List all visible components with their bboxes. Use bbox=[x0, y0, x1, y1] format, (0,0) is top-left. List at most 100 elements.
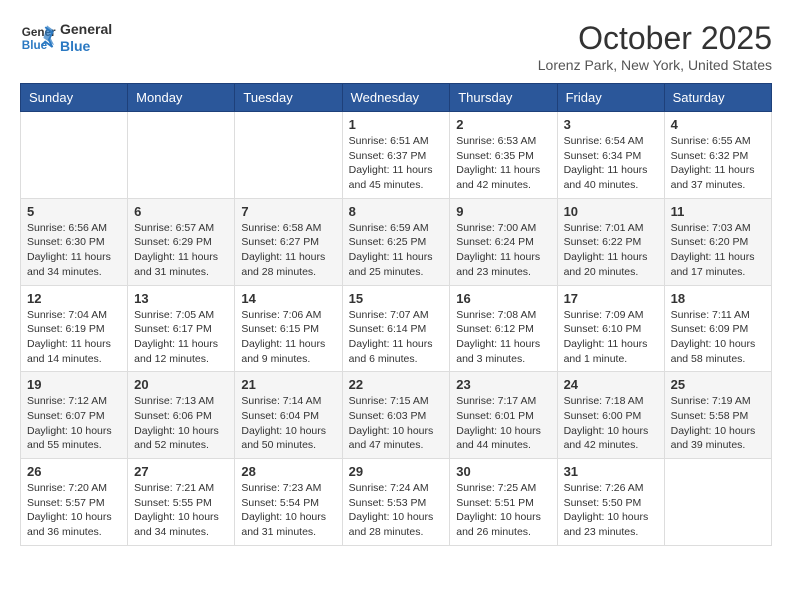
calendar-cell: 25 Sunrise: 7:19 AM Sunset: 5:58 PM Dayli… bbox=[664, 372, 771, 459]
day-number: 2 bbox=[456, 117, 550, 132]
calendar-cell: 30 Sunrise: 7:25 AM Sunset: 5:51 PM Dayli… bbox=[450, 459, 557, 546]
day-number: 29 bbox=[349, 464, 444, 479]
weekday-header-row: SundayMondayTuesdayWednesdayThursdayFrid… bbox=[21, 84, 772, 112]
month-title: October 2025 bbox=[538, 20, 772, 57]
calendar-cell: 6 Sunrise: 6:57 AM Sunset: 6:29 PM Daylig… bbox=[128, 198, 235, 285]
day-info: Sunrise: 7:03 AM Sunset: 6:20 PM Dayligh… bbox=[671, 221, 765, 280]
calendar-cell: 11 Sunrise: 7:03 AM Sunset: 6:20 PM Dayli… bbox=[664, 198, 771, 285]
calendar-cell: 8 Sunrise: 6:59 AM Sunset: 6:25 PM Daylig… bbox=[342, 198, 450, 285]
day-info: Sunrise: 7:26 AM Sunset: 5:50 PM Dayligh… bbox=[564, 481, 658, 540]
day-number: 17 bbox=[564, 291, 658, 306]
day-info: Sunrise: 6:51 AM Sunset: 6:37 PM Dayligh… bbox=[349, 134, 444, 193]
day-number: 9 bbox=[456, 204, 550, 219]
calendar-cell bbox=[235, 112, 342, 199]
calendar-cell: 2 Sunrise: 6:53 AM Sunset: 6:35 PM Daylig… bbox=[450, 112, 557, 199]
day-info: Sunrise: 7:25 AM Sunset: 5:51 PM Dayligh… bbox=[456, 481, 550, 540]
day-info: Sunrise: 7:18 AM Sunset: 6:00 PM Dayligh… bbox=[564, 394, 658, 453]
day-number: 25 bbox=[671, 377, 765, 392]
calendar-cell: 18Sunrise: 7:11 AM Sunset: 6:09 PM Dayli… bbox=[664, 285, 771, 372]
day-info: Sunrise: 7:24 AM Sunset: 5:53 PM Dayligh… bbox=[349, 481, 444, 540]
calendar-cell: 28 Sunrise: 7:23 AM Sunset: 5:54 PM Dayli… bbox=[235, 459, 342, 546]
day-number: 12 bbox=[27, 291, 121, 306]
weekday-header-monday: Monday bbox=[128, 84, 235, 112]
calendar-cell: 21 Sunrise: 7:14 AM Sunset: 6:04 PM Dayli… bbox=[235, 372, 342, 459]
day-info: Sunrise: 7:01 AM Sunset: 6:22 PM Dayligh… bbox=[564, 221, 658, 280]
day-number: 8 bbox=[349, 204, 444, 219]
calendar-cell: 20Sunrise: 7:13 AM Sunset: 6:06 PM Dayli… bbox=[128, 372, 235, 459]
calendar-cell: 7Sunrise: 6:58 AM Sunset: 6:27 PM Daylig… bbox=[235, 198, 342, 285]
day-info: Sunrise: 7:09 AM Sunset: 6:10 PM Dayligh… bbox=[564, 308, 658, 367]
weekday-header-thursday: Thursday bbox=[450, 84, 557, 112]
calendar-cell: 10 Sunrise: 7:01 AM Sunset: 6:22 PM Dayli… bbox=[557, 198, 664, 285]
day-number: 7 bbox=[241, 204, 335, 219]
day-number: 24 bbox=[564, 377, 658, 392]
day-info: Sunrise: 7:23 AM Sunset: 5:54 PM Dayligh… bbox=[241, 481, 335, 540]
calendar-cell: 22Sunrise: 7:15 AM Sunset: 6:03 PM Dayli… bbox=[342, 372, 450, 459]
day-number: 28 bbox=[241, 464, 335, 479]
day-info: Sunrise: 7:00 AM Sunset: 6:24 PM Dayligh… bbox=[456, 221, 550, 280]
calendar-week-row: 12 Sunrise: 7:04 AM Sunset: 6:19 PM Dayli… bbox=[21, 285, 772, 372]
day-number: 3 bbox=[564, 117, 658, 132]
day-info: Sunrise: 6:59 AM Sunset: 6:25 PM Dayligh… bbox=[349, 221, 444, 280]
day-number: 14 bbox=[241, 291, 335, 306]
day-info: Sunrise: 7:08 AM Sunset: 6:12 PM Dayligh… bbox=[456, 308, 550, 367]
weekday-header-friday: Friday bbox=[557, 84, 664, 112]
location: Lorenz Park, New York, United States bbox=[538, 57, 772, 73]
day-info: Sunrise: 7:19 AM Sunset: 5:58 PM Dayligh… bbox=[671, 394, 765, 453]
day-info: Sunrise: 7:17 AM Sunset: 6:01 PM Dayligh… bbox=[456, 394, 550, 453]
calendar-table: SundayMondayTuesdayWednesdayThursdayFrid… bbox=[20, 83, 772, 546]
logo-icon: General Blue bbox=[20, 20, 56, 56]
day-info: Sunrise: 7:04 AM Sunset: 6:19 PM Dayligh… bbox=[27, 308, 121, 367]
day-number: 31 bbox=[564, 464, 658, 479]
day-number: 30 bbox=[456, 464, 550, 479]
calendar-cell: 19Sunrise: 7:12 AM Sunset: 6:07 PM Dayli… bbox=[21, 372, 128, 459]
calendar-week-row: 5 Sunrise: 6:56 AM Sunset: 6:30 PM Daylig… bbox=[21, 198, 772, 285]
day-info: Sunrise: 6:55 AM Sunset: 6:32 PM Dayligh… bbox=[671, 134, 765, 193]
day-number: 15 bbox=[349, 291, 444, 306]
day-number: 26 bbox=[27, 464, 121, 479]
calendar-cell: 1Sunrise: 6:51 AM Sunset: 6:37 PM Daylig… bbox=[342, 112, 450, 199]
day-info: Sunrise: 6:54 AM Sunset: 6:34 PM Dayligh… bbox=[564, 134, 658, 193]
calendar-cell: 29 Sunrise: 7:24 AM Sunset: 5:53 PM Dayli… bbox=[342, 459, 450, 546]
day-number: 21 bbox=[241, 377, 335, 392]
day-info: Sunrise: 7:13 AM Sunset: 6:06 PM Dayligh… bbox=[134, 394, 228, 453]
weekday-header-sunday: Sunday bbox=[21, 84, 128, 112]
day-info: Sunrise: 6:57 AM Sunset: 6:29 PM Dayligh… bbox=[134, 221, 228, 280]
day-number: 5 bbox=[27, 204, 121, 219]
day-info: Sunrise: 7:12 AM Sunset: 6:07 PM Dayligh… bbox=[27, 394, 121, 453]
day-info: Sunrise: 7:14 AM Sunset: 6:04 PM Dayligh… bbox=[241, 394, 335, 453]
day-number: 4 bbox=[671, 117, 765, 132]
day-info: Sunrise: 7:20 AM Sunset: 5:57 PM Dayligh… bbox=[27, 481, 121, 540]
calendar-cell: 27Sunrise: 7:21 AM Sunset: 5:55 PM Dayli… bbox=[128, 459, 235, 546]
calendar-cell: 31 Sunrise: 7:26 AM Sunset: 5:50 PM Dayli… bbox=[557, 459, 664, 546]
calendar-cell bbox=[664, 459, 771, 546]
day-info: Sunrise: 6:56 AM Sunset: 6:30 PM Dayligh… bbox=[27, 221, 121, 280]
day-info: Sunrise: 6:53 AM Sunset: 6:35 PM Dayligh… bbox=[456, 134, 550, 193]
day-number: 11 bbox=[671, 204, 765, 219]
day-number: 6 bbox=[134, 204, 228, 219]
calendar-cell: 3 Sunrise: 6:54 AM Sunset: 6:34 PM Daylig… bbox=[557, 112, 664, 199]
calendar-cell: 26 Sunrise: 7:20 AM Sunset: 5:57 PM Dayli… bbox=[21, 459, 128, 546]
calendar-cell: 12 Sunrise: 7:04 AM Sunset: 6:19 PM Dayli… bbox=[21, 285, 128, 372]
day-info: Sunrise: 7:15 AM Sunset: 6:03 PM Dayligh… bbox=[349, 394, 444, 453]
calendar-cell: 5 Sunrise: 6:56 AM Sunset: 6:30 PM Daylig… bbox=[21, 198, 128, 285]
calendar-cell: 13Sunrise: 7:05 AM Sunset: 6:17 PM Dayli… bbox=[128, 285, 235, 372]
day-number: 23 bbox=[456, 377, 550, 392]
calendar-cell: 23 Sunrise: 7:17 AM Sunset: 6:01 PM Dayli… bbox=[450, 372, 557, 459]
weekday-header-wednesday: Wednesday bbox=[342, 84, 450, 112]
logo-text: General Blue bbox=[60, 21, 112, 55]
day-number: 18 bbox=[671, 291, 765, 306]
day-info: Sunrise: 7:21 AM Sunset: 5:55 PM Dayligh… bbox=[134, 481, 228, 540]
calendar-cell: 24 Sunrise: 7:18 AM Sunset: 6:00 PM Dayli… bbox=[557, 372, 664, 459]
calendar-cell: 14 Sunrise: 7:06 AM Sunset: 6:15 PM Dayli… bbox=[235, 285, 342, 372]
calendar-week-row: 26 Sunrise: 7:20 AM Sunset: 5:57 PM Dayli… bbox=[21, 459, 772, 546]
calendar-cell bbox=[21, 112, 128, 199]
day-info: Sunrise: 7:07 AM Sunset: 6:14 PM Dayligh… bbox=[349, 308, 444, 367]
day-info: Sunrise: 7:05 AM Sunset: 6:17 PM Dayligh… bbox=[134, 308, 228, 367]
day-info: Sunrise: 7:06 AM Sunset: 6:15 PM Dayligh… bbox=[241, 308, 335, 367]
weekday-header-saturday: Saturday bbox=[664, 84, 771, 112]
svg-text:Blue: Blue bbox=[22, 39, 48, 52]
day-number: 16 bbox=[456, 291, 550, 306]
calendar-cell: 15 Sunrise: 7:07 AM Sunset: 6:14 PM Dayli… bbox=[342, 285, 450, 372]
day-number: 10 bbox=[564, 204, 658, 219]
